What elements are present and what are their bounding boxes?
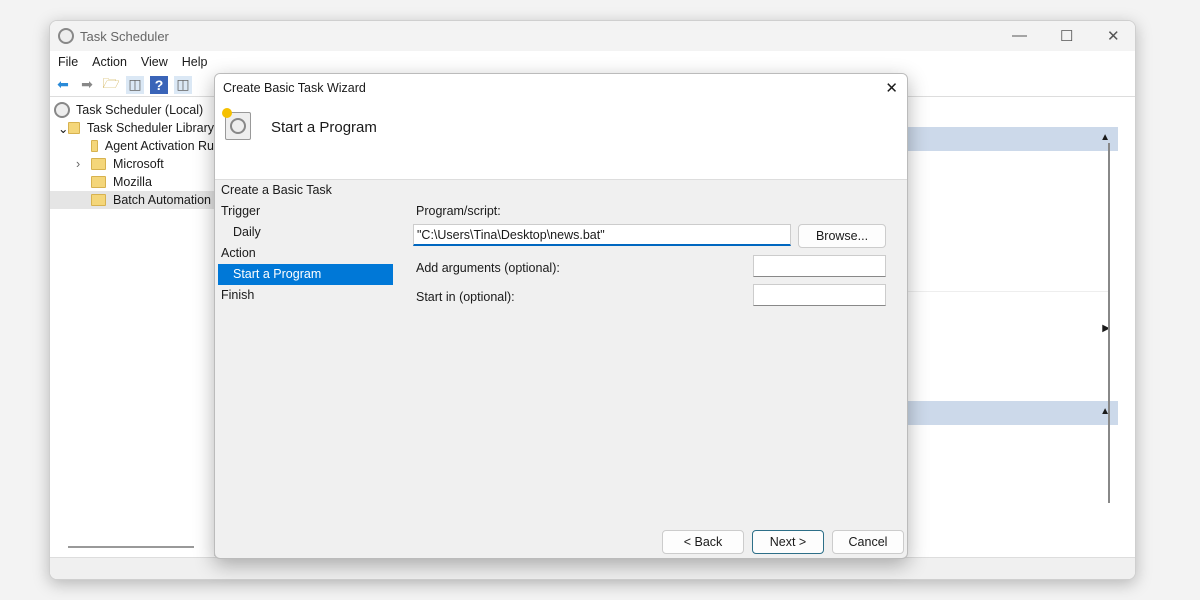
arguments-input[interactable]	[753, 255, 886, 277]
program-script-input[interactable]: "C:\Users\Tina\Desktop\news.bat"	[413, 224, 791, 246]
start-in-input[interactable]	[753, 284, 886, 306]
cancel-button[interactable]: Cancel	[832, 530, 904, 554]
folder-icon	[91, 176, 106, 188]
tree-label: Microsoft	[113, 157, 164, 171]
tree-item-library[interactable]: ⌄ Task Scheduler Library	[50, 119, 214, 137]
step-finish: Finish	[221, 288, 255, 302]
dialog-heading: Start a Program	[271, 119, 377, 136]
section-header[interactable]: ▲	[908, 401, 1118, 425]
navigation-tree: Task Scheduler (Local) ⌄ Task Scheduler L…	[50, 101, 215, 556]
tree-label: Mozilla	[113, 175, 152, 189]
back-arrow-icon[interactable]: ⬅	[54, 76, 72, 94]
folder-icon	[91, 158, 106, 170]
browse-button[interactable]: Browse...	[798, 224, 886, 248]
clock-icon	[54, 102, 70, 118]
folder-icon	[91, 140, 98, 152]
menu-bar: File Action View Help	[50, 51, 1135, 73]
step-trigger: Trigger	[221, 204, 261, 218]
back-button[interactable]: < Back	[662, 530, 744, 554]
dialog-close-button[interactable]: ✕	[885, 79, 898, 97]
maximize-button[interactable]: ☐	[1060, 27, 1073, 45]
help-icon[interactable]: ?	[150, 75, 168, 94]
step-create-basic-task: Create a Basic Task	[221, 183, 332, 197]
show-action-pane-icon[interactable]: ◫	[174, 75, 192, 94]
menu-view[interactable]: View	[141, 55, 168, 69]
step-start-a-program: Start a Program	[218, 264, 393, 285]
menu-help[interactable]: Help	[182, 55, 208, 69]
actions-pane: ▲ ▶ ▲	[908, 101, 1118, 556]
horizontal-scrollbar[interactable]	[68, 546, 194, 548]
show-tree-icon[interactable]: ◫	[126, 75, 144, 94]
folder-clock-icon	[68, 122, 80, 134]
tree-item-folder-selected[interactable]: Batch Automation	[50, 191, 214, 209]
section-header[interactable]: ▲	[908, 127, 1118, 151]
tree-label: Task Scheduler Library	[86, 121, 214, 135]
forward-arrow-icon[interactable]: ➡	[78, 76, 96, 94]
program-script-label: Program/script:	[416, 204, 501, 218]
wizard-steps: Create a Basic Task Trigger Daily Action…	[218, 180, 393, 306]
status-bar	[50, 557, 1135, 579]
task-clock-icon	[222, 108, 251, 140]
chevron-right-icon[interactable]: ›	[76, 157, 91, 171]
tree-label: Agent Activation Ru	[104, 139, 214, 153]
step-daily: Daily	[233, 225, 261, 239]
close-button[interactable]: ✕	[1107, 27, 1120, 45]
tree-label: Task Scheduler (Local)	[76, 103, 204, 117]
minimize-button[interactable]: —	[1012, 27, 1027, 44]
step-action: Action	[221, 246, 256, 260]
start-in-label: Start in (optional):	[416, 290, 515, 304]
arguments-label: Add arguments (optional):	[416, 261, 560, 275]
tree-item-folder[interactable]: › Microsoft	[50, 155, 214, 173]
next-button[interactable]: Next >	[752, 530, 824, 554]
clock-icon	[58, 28, 74, 44]
menu-action[interactable]: Action	[92, 55, 127, 69]
vertical-scrollbar[interactable]	[1108, 143, 1110, 503]
tree-item-folder[interactable]: Agent Activation Ru	[50, 137, 214, 155]
tree-item-root[interactable]: Task Scheduler (Local)	[50, 101, 214, 119]
dialog-header: Start a Program	[215, 102, 907, 180]
title-bar: Task Scheduler — ☐ ✕	[50, 21, 1135, 51]
dialog-title-bar: Create Basic Task Wizard ✕	[215, 74, 907, 102]
window-title: Task Scheduler	[80, 28, 169, 44]
tree-item-folder[interactable]: Mozilla	[50, 173, 214, 191]
menu-file[interactable]: File	[58, 55, 78, 69]
create-basic-task-wizard: Create Basic Task Wizard ✕ Start a Progr…	[214, 73, 908, 559]
collapse-icon[interactable]: ▲	[1100, 132, 1110, 143]
chevron-down-icon[interactable]: ⌄	[58, 121, 68, 136]
up-folder-icon[interactable]: 🗁	[102, 75, 120, 94]
dialog-title: Create Basic Task Wizard	[223, 81, 366, 95]
folder-icon	[91, 194, 106, 206]
tree-label: Batch Automation	[113, 193, 211, 207]
